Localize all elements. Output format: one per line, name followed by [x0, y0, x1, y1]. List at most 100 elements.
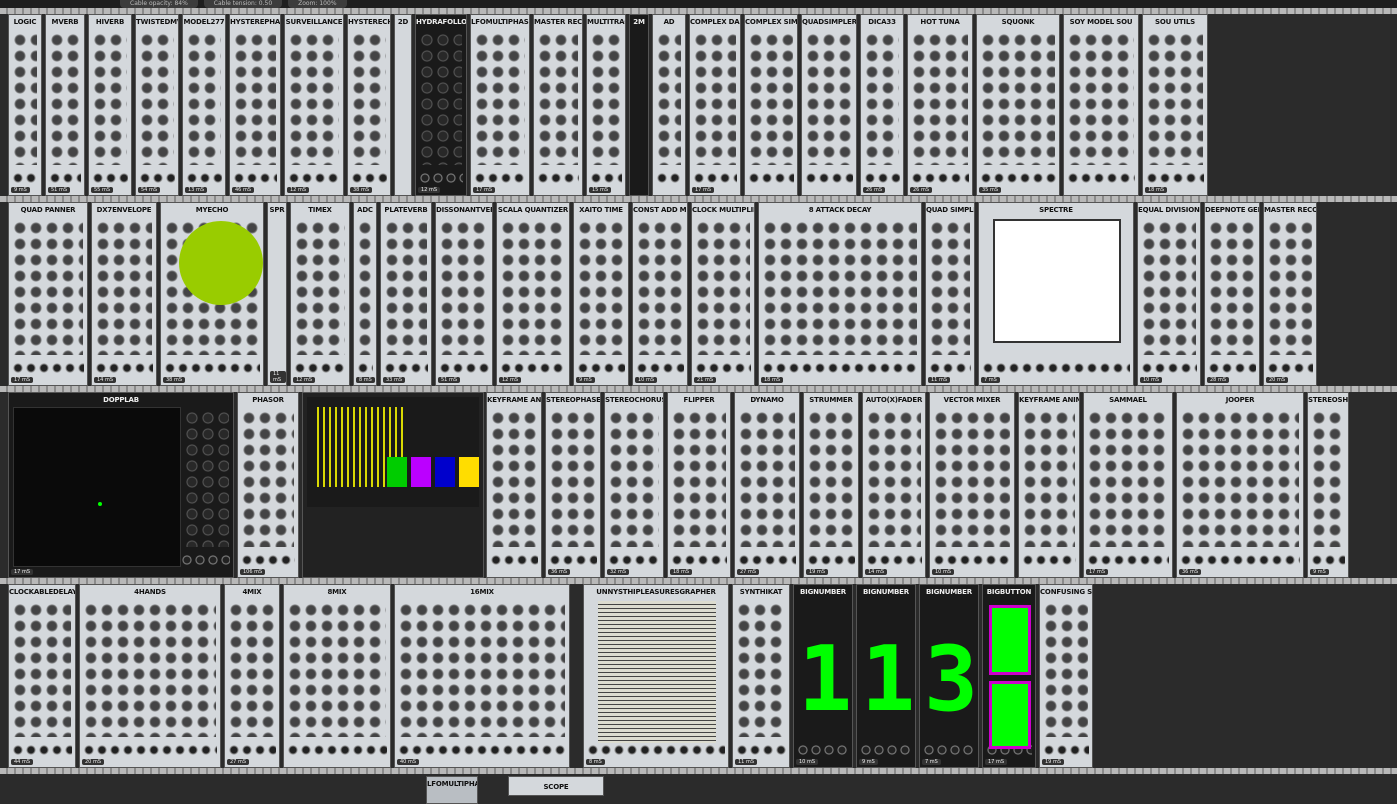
knob-grid[interactable] — [1268, 221, 1312, 355]
jack-row[interactable] — [1208, 361, 1256, 375]
module[interactable]: HOT TUNA 26 mS — [907, 14, 973, 196]
knob-grid[interactable] — [865, 33, 899, 165]
module[interactable]: BIGNUMBER 10 mS 1 — [793, 584, 853, 768]
jack-row[interactable] — [797, 743, 849, 757]
module-scope[interactable]: SCOPE — [508, 776, 604, 796]
knob-grid[interactable] — [538, 33, 578, 165]
module[interactable]: LFOMULTIPHASE 17 mS — [470, 14, 530, 196]
module[interactable]: STEREOCHORUS TREMOLO 32 mS — [604, 392, 664, 578]
knob-grid[interactable] — [1142, 221, 1196, 355]
jack-row[interactable] — [807, 553, 855, 567]
knob-grid[interactable] — [867, 411, 921, 547]
module[interactable]: STRUMMER 19 mS — [803, 392, 859, 578]
jack-row[interactable] — [549, 553, 597, 567]
module[interactable]: HYSTEREPHASER 46 mS — [229, 14, 281, 196]
jack-row[interactable] — [860, 743, 912, 757]
jack-row[interactable] — [357, 361, 373, 375]
module[interactable]: CONST ADD MULT 10 mS — [632, 202, 688, 386]
module[interactable]: FLIPPER 18 mS — [667, 392, 731, 578]
jack-row[interactable] — [608, 553, 660, 567]
module[interactable]: PHASOR 106 mS — [237, 392, 299, 578]
module[interactable]: BIGNUMBER 7 mS 3 — [919, 584, 979, 768]
module[interactable]: 4MIX 27 mS — [224, 584, 280, 768]
jack-row[interactable] — [864, 171, 900, 185]
module[interactable]: MASTER RECORDER — [533, 14, 583, 196]
scope-display-module[interactable] — [302, 392, 484, 578]
knob-grid[interactable] — [934, 411, 1010, 547]
knob-grid[interactable] — [694, 33, 736, 165]
module[interactable]: HYSTERECHORUS 38 mS — [347, 14, 391, 196]
jack-row[interactable] — [398, 743, 566, 757]
module[interactable]: SPR 11 mS — [267, 202, 287, 386]
knob-grid[interactable] — [187, 33, 221, 165]
knob-grid[interactable] — [440, 221, 488, 355]
jack-row[interactable] — [95, 361, 153, 375]
module[interactable]: 2D — [394, 14, 412, 196]
jack-row[interactable] — [233, 171, 277, 185]
big-button-upper[interactable] — [989, 605, 1031, 675]
knob-grid[interactable] — [234, 33, 276, 165]
module[interactable]: TIMEX 12 mS — [290, 202, 350, 386]
jack-row[interactable] — [384, 361, 428, 375]
jack-row[interactable] — [186, 171, 222, 185]
knob-grid[interactable] — [609, 411, 659, 547]
jack-row[interactable] — [1180, 553, 1300, 567]
module[interactable]: SQUONK 35 mS — [976, 14, 1060, 196]
knob-grid[interactable] — [578, 221, 624, 355]
module[interactable]: LOGIC 9 mS — [8, 14, 42, 196]
jack-row[interactable] — [294, 361, 346, 375]
knob-grid[interactable] — [185, 411, 229, 547]
module[interactable]: SYNTHIKAT 11 mS — [732, 584, 790, 768]
jack-row[interactable] — [693, 171, 737, 185]
module[interactable]: BIGBUTTON 17 mS — [982, 584, 1036, 768]
myecho-disc[interactable] — [179, 221, 263, 305]
cable-opacity-button[interactable]: Cable opacity: 84% — [120, 0, 198, 8]
module[interactable]: DOPPLAB 17 mS — [8, 392, 234, 578]
module[interactable]: HIVERB 55 mS — [88, 14, 132, 196]
module[interactable]: BIGNUMBER 9 mS 1 — [856, 584, 916, 768]
jack-row[interactable] — [748, 171, 794, 185]
module[interactable]: SOU UTILS 18 mS — [1142, 14, 1208, 196]
module[interactable]: AD — [652, 14, 686, 196]
module[interactable]: STEREOPHASER 2 36 mS — [545, 392, 601, 578]
module[interactable]: MVERB 51 mS — [45, 14, 85, 196]
knob-grid[interactable] — [140, 33, 174, 165]
spectre-screen[interactable] — [993, 219, 1121, 343]
jack-row[interactable] — [139, 171, 175, 185]
jack-row[interactable] — [49, 171, 81, 185]
jack-row[interactable] — [241, 553, 295, 567]
jack-row[interactable] — [500, 361, 566, 375]
knob-grid[interactable] — [1209, 221, 1255, 355]
knob-grid[interactable] — [288, 603, 386, 737]
knob-grid[interactable] — [657, 33, 681, 165]
jack-row[interactable] — [164, 361, 260, 375]
dopplab-screen[interactable] — [13, 407, 181, 567]
jack-row[interactable] — [1311, 553, 1345, 567]
knob-grid[interactable] — [696, 221, 750, 355]
module[interactable]: COMPLEX SIMPLER — [744, 14, 798, 196]
jack-row[interactable] — [982, 361, 1130, 375]
module[interactable]: SPECTRE 7 mS — [978, 202, 1134, 386]
knob-grid[interactable] — [93, 33, 127, 165]
module[interactable]: KEYFRAME ANIMATOR — [1018, 392, 1080, 578]
module[interactable]: UNNYSTHIPLEASURESGRAPHER 8 mS — [583, 584, 729, 768]
module[interactable]: MULTITRACK RECORDER 15 mS — [586, 14, 626, 196]
module[interactable]: COMPLEX DAHD 17 mS — [689, 14, 741, 196]
knob-grid[interactable] — [13, 221, 83, 355]
module[interactable]: AUTO(X)FADER 14 mS — [862, 392, 926, 578]
knob-grid[interactable] — [399, 603, 565, 737]
module[interactable]: MODEL277 13 mS — [182, 14, 226, 196]
knob-grid[interactable] — [1181, 411, 1299, 547]
jack-row[interactable] — [228, 743, 276, 757]
jack-row[interactable] — [736, 743, 786, 757]
knob-grid[interactable] — [84, 603, 216, 737]
knob-grid[interactable] — [420, 33, 462, 165]
knob-grid[interactable] — [289, 33, 339, 165]
knob-grid[interactable] — [763, 221, 917, 355]
jack-row[interactable] — [923, 743, 975, 757]
knob-grid[interactable] — [981, 33, 1055, 165]
knob-grid[interactable] — [1147, 33, 1203, 165]
module[interactable]: DX7ENVELOPE 14 mS — [91, 202, 157, 386]
jack-row[interactable] — [636, 361, 684, 375]
jack-row[interactable] — [590, 171, 622, 185]
